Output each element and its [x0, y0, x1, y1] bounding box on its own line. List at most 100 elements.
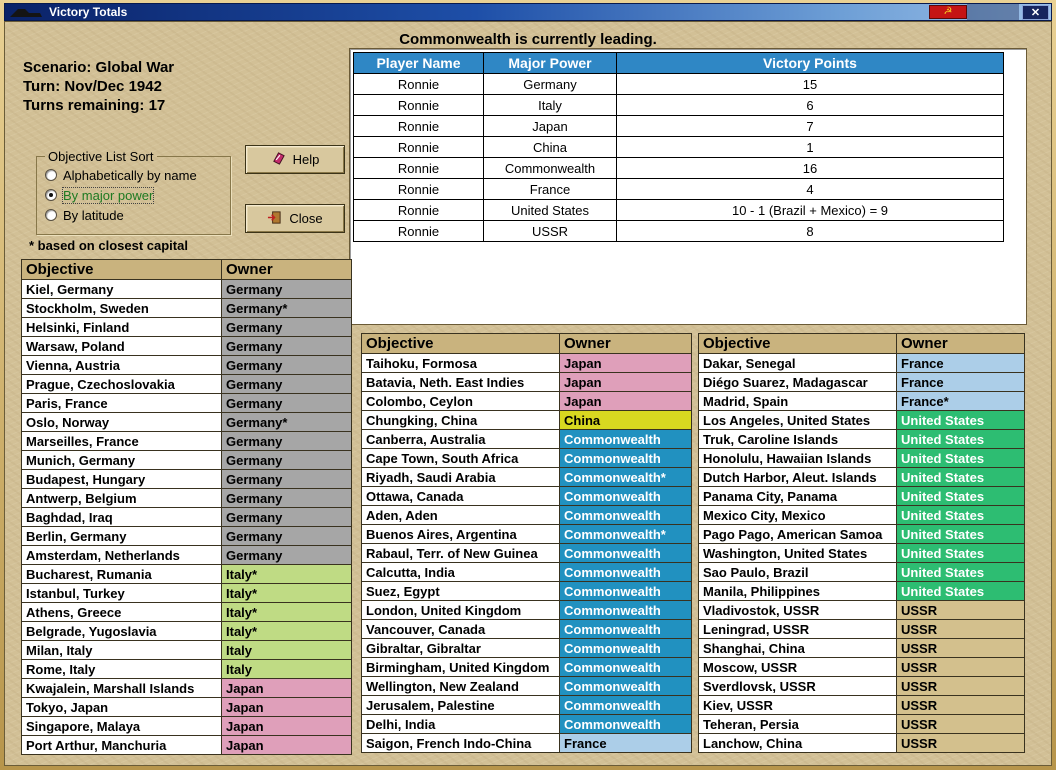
- owner-cell: Germany: [221, 507, 352, 527]
- scenario-line: Scenario: Global War: [23, 59, 175, 76]
- close-icon[interactable]: ✕: [1022, 4, 1049, 20]
- objective-row: Truk, Caroline Islands United States: [698, 429, 1025, 449]
- objective-row: Mexico City, Mexico United States: [698, 505, 1025, 525]
- window-title: Victory Totals: [49, 5, 128, 19]
- objective-cell: Stockholm, Sweden: [21, 298, 222, 318]
- owner-cell: Japan: [221, 697, 352, 717]
- objective-cell: Taihoku, Formosa: [361, 353, 560, 373]
- objective-cell: Suez, Egypt: [361, 581, 560, 601]
- owner-cell: Germany: [221, 336, 352, 356]
- objective-row: Riyadh, Saudi Arabia Commonwealth*: [361, 467, 692, 487]
- objective-row: Sao Paulo, Brazil United States: [698, 562, 1025, 582]
- players-table: Player Name Major Power Victory Points R…: [353, 52, 1004, 242]
- owner-cell: Germany: [221, 545, 352, 565]
- objective-row: Colombo, Ceylon Japan: [361, 391, 692, 411]
- owner-cell: Germany: [221, 374, 352, 394]
- objective-row: Aden, Aden Commonwealth: [361, 505, 692, 525]
- owner-cell: USSR: [896, 733, 1025, 753]
- objective-cell: Sverdlovsk, USSR: [698, 676, 897, 696]
- objective-row: Antwerp, Belgium Germany: [21, 488, 352, 508]
- objective-table-right: Objective Owner Dakar, Senegal France Diég…: [698, 333, 1025, 753]
- status-heading: Commonwealth is currently leading.: [399, 31, 657, 48]
- objective-cell: Budapest, Hungary: [21, 469, 222, 489]
- objective-row: Suez, Egypt Commonwealth: [361, 581, 692, 601]
- objective-row: Honolulu, Hawaiian Islands United States: [698, 448, 1025, 468]
- player-row: Ronnie United States 10 - 1 (Brazil + Mexi…: [353, 199, 1004, 221]
- radio-icon[interactable]: [45, 169, 57, 181]
- objective-row: Washington, United States United States: [698, 543, 1025, 563]
- objective-row: Calcutta, India Commonwealth: [361, 562, 692, 582]
- victory-points-cell: 15: [616, 73, 1004, 95]
- objective-cell: Vladivostok, USSR: [698, 600, 897, 620]
- objective-cell: Kiev, USSR: [698, 695, 897, 715]
- objective-cell: Truk, Caroline Islands: [698, 429, 897, 449]
- objective-row: Rabaul, Terr. of New Guinea Commonwealth: [361, 543, 692, 563]
- radio-icon[interactable]: [45, 209, 57, 221]
- objective-cell: Birmingham, United Kingdom: [361, 657, 560, 677]
- objective-row: Warsaw, Poland Germany: [21, 336, 352, 356]
- owner-cell: Commonwealth: [559, 581, 692, 601]
- objective-row: Birmingham, United Kingdom Commonwealth: [361, 657, 692, 677]
- player-name-cell: Ronnie: [353, 178, 484, 200]
- scenario-info: Scenario: Global War Turn: Nov/Dec 1942 …: [23, 58, 174, 115]
- sort-option-by-major-power[interactable]: By major power: [45, 185, 224, 205]
- help-button[interactable]: Help: [245, 145, 345, 174]
- objective-row: Bucharest, Rumania Italy*: [21, 564, 352, 584]
- player-row: Ronnie USSR 8: [353, 220, 1004, 242]
- col-player-name: Player Name: [353, 52, 484, 74]
- objective-row: Batavia, Neth. East Indies Japan: [361, 372, 692, 392]
- app-icon[interactable]: [9, 6, 43, 19]
- objective-row: Los Angeles, United States United States: [698, 410, 1025, 430]
- objective-row: Panama City, Panama United States: [698, 486, 1025, 506]
- objective-cell: Istanbul, Turkey: [21, 583, 222, 603]
- objective-row: Tokyo, Japan Japan: [21, 697, 352, 717]
- owner-cell: Italy*: [221, 621, 352, 641]
- player-name-cell: Ronnie: [353, 199, 484, 221]
- sort-option-alphabetically-by-name[interactable]: Alphabetically by name: [45, 165, 224, 185]
- owner-cell: Germany: [221, 450, 352, 470]
- col-owner: Owner: [896, 333, 1025, 354]
- owner-cell: USSR: [896, 619, 1025, 639]
- sort-options: Alphabetically by name By major power By l…: [45, 165, 224, 225]
- objective-row: Budapest, Hungary Germany: [21, 469, 352, 489]
- owner-cell: Japan: [559, 353, 692, 373]
- objective-row: London, United Kingdom Commonwealth: [361, 600, 692, 620]
- owner-cell: Commonwealth: [559, 676, 692, 696]
- radio-icon[interactable]: [45, 189, 57, 201]
- player-name-cell: Ronnie: [353, 157, 484, 179]
- major-power-cell: Commonwealth: [483, 157, 617, 179]
- victory-totals-window: Victory Totals ☭ ✕ Commonwealth is curre…: [0, 0, 1056, 770]
- owner-cell: Germany: [221, 317, 352, 337]
- objective-cell: Gibraltar, Gibraltar: [361, 638, 560, 658]
- owner-cell: United States: [896, 524, 1025, 544]
- objective-cell: Sao Paulo, Brazil: [698, 562, 897, 582]
- objective-cell: Los Angeles, United States: [698, 410, 897, 430]
- objective-row: Kiev, USSR USSR: [698, 695, 1025, 715]
- objective-cell: Madrid, Spain: [698, 391, 897, 411]
- close-button[interactable]: Close: [245, 204, 345, 233]
- objective-cell: Aden, Aden: [361, 505, 560, 525]
- objective-cell: Batavia, Neth. East Indies: [361, 372, 560, 392]
- objective-cell: Moscow, USSR: [698, 657, 897, 677]
- player-name-cell: Ronnie: [353, 220, 484, 242]
- objective-row: Rome, Italy Italy: [21, 659, 352, 679]
- help-button-label: Help: [292, 152, 320, 167]
- objective-cell: Bucharest, Rumania: [21, 564, 222, 584]
- sort-option-by-latitude[interactable]: By latitude: [45, 205, 224, 225]
- objective-header-row: Objective Owner: [361, 333, 692, 354]
- owner-cell: Japan: [221, 735, 352, 755]
- objective-cell: Warsaw, Poland: [21, 336, 222, 356]
- objective-row: Dakar, Senegal France: [698, 353, 1025, 373]
- exit-door-icon: [267, 210, 282, 228]
- objective-cell: Mexico City, Mexico: [698, 505, 897, 525]
- objective-row: Delhi, India Commonwealth: [361, 714, 692, 734]
- owner-cell: United States: [896, 429, 1025, 449]
- hammer-sickle-icon: ☭: [943, 6, 953, 17]
- owner-cell: Italy*: [221, 564, 352, 584]
- objective-row: Kiel, Germany Germany: [21, 279, 352, 299]
- objective-cell: Marseilles, France: [21, 431, 222, 451]
- objective-row: Ottawa, Canada Commonwealth: [361, 486, 692, 506]
- objective-cell: Jerusalem, Palestine: [361, 695, 560, 715]
- victory-points-cell: 10 - 1 (Brazil + Mexico) = 9: [616, 199, 1004, 221]
- objective-row: Chungking, China China: [361, 410, 692, 430]
